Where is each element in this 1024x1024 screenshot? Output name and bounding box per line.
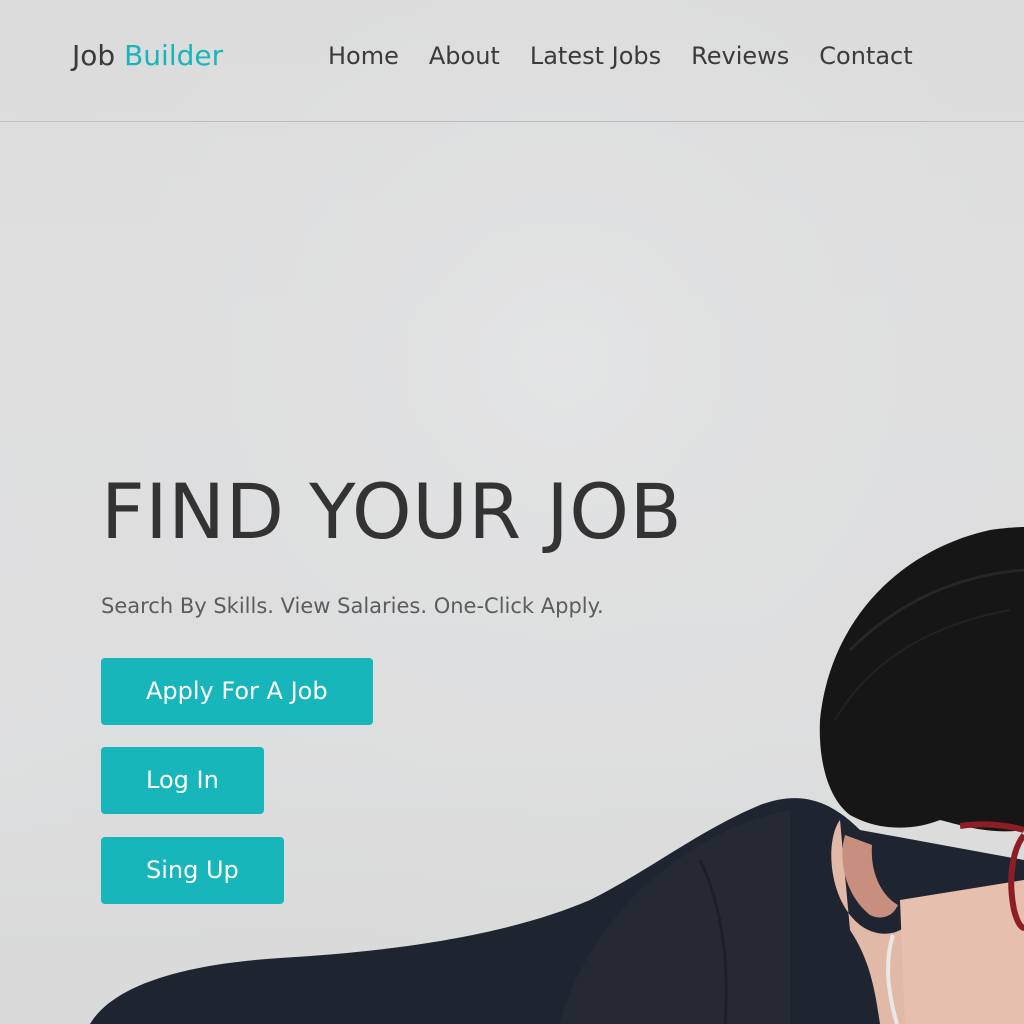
signup-button[interactable]: Sing Up (101, 837, 284, 904)
nav-link-reviews[interactable]: Reviews (691, 40, 789, 72)
top-navbar: Job Builder Home About Latest Jobs Revie… (0, 0, 1024, 122)
apply-job-button[interactable]: Apply For A Job (101, 658, 373, 725)
nav-link-home[interactable]: Home (328, 40, 399, 72)
login-button[interactable]: Log In (101, 747, 264, 814)
nav-link-about[interactable]: About (429, 40, 500, 72)
hero-title: FIND YOUR JOB (101, 467, 683, 556)
brand-logo[interactable]: Job Builder (72, 38, 223, 74)
nav-link-latest-jobs[interactable]: Latest Jobs (530, 40, 661, 72)
hero-subtitle: Search By Skills. View Salaries. One-Cli… (101, 594, 604, 618)
brand-word-builder: Builder (124, 39, 224, 72)
nav-link-contact[interactable]: Contact (819, 40, 912, 72)
nav-menu: Home About Latest Jobs Reviews Contact (328, 40, 913, 72)
hero-section: Job Builder Home About Latest Jobs Revie… (0, 0, 1024, 1024)
brand-word-job: Job (72, 39, 116, 72)
